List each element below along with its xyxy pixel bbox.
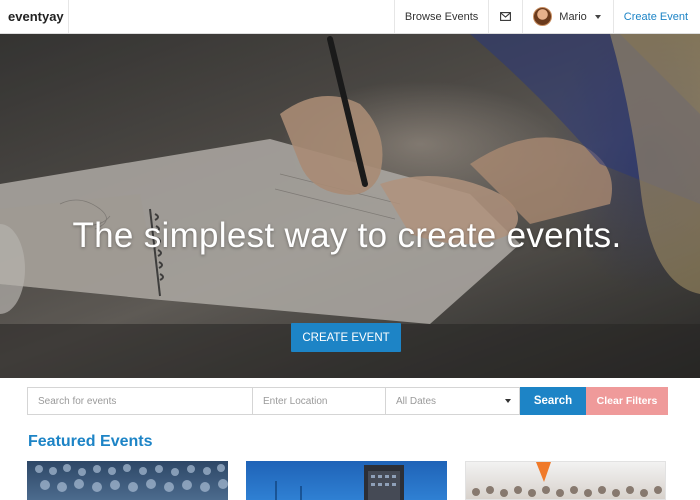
featured-events-heading: Featured Events	[28, 433, 153, 450]
brand-logo[interactable]: eventyay	[0, 0, 69, 33]
user-menu[interactable]: Mario	[522, 0, 613, 33]
top-navbar: eventyay Browse Events Mario Create Even…	[0, 0, 700, 34]
avatar	[533, 7, 553, 26]
hero-create-event-button[interactable]: CREATE EVENT	[291, 323, 401, 352]
event-search-bar: Search for events Enter Location All Dat…	[27, 387, 668, 415]
hero-title: The simplest way to create events.	[72, 216, 622, 255]
chevron-down-icon	[594, 14, 601, 19]
clear-filters-button[interactable]: Clear Filters	[586, 387, 668, 415]
envelope-icon	[500, 12, 512, 21]
featured-event-card[interactable]	[246, 461, 447, 500]
event-thumbnail-image	[35, 464, 228, 492]
featured-event-card[interactable]	[27, 461, 228, 500]
chevron-down-icon	[505, 399, 511, 403]
hero-banner: The simplest way to create events. CREAT…	[0, 34, 700, 378]
notifications-button[interactable]	[488, 0, 522, 33]
event-thumbnail-image	[275, 465, 404, 500]
create-event-link[interactable]: Create Event	[612, 0, 700, 33]
location-input[interactable]: Enter Location	[253, 387, 386, 415]
date-select-value: All Dates	[396, 395, 437, 407]
date-select[interactable]: All Dates	[386, 387, 520, 415]
user-name: Mario	[559, 10, 587, 23]
search-events-input[interactable]: Search for events	[27, 387, 253, 415]
featured-event-card[interactable]	[465, 461, 666, 500]
event-thumbnail-image	[472, 462, 662, 497]
search-button[interactable]: Search	[520, 387, 586, 415]
browse-events-link[interactable]: Browse Events	[393, 0, 488, 33]
